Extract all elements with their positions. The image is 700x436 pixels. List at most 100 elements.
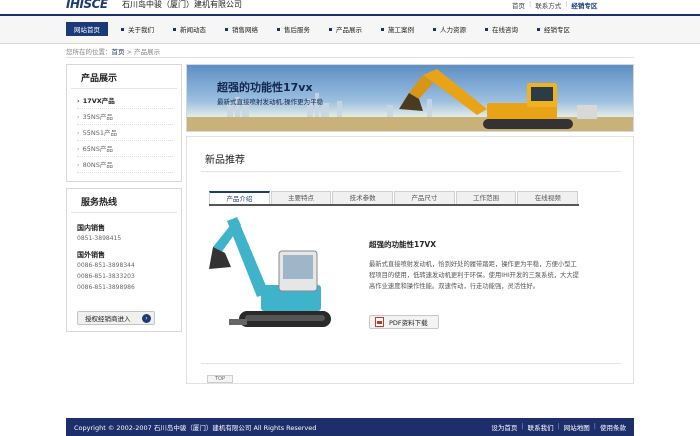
dealer-button-label: 授权经销商进入 — [85, 315, 131, 323]
divider — [201, 171, 621, 172]
top-link-home[interactable]: 首页 — [512, 0, 525, 10]
nav-item-about[interactable]: 关于我们 — [112, 22, 164, 36]
separator: | — [565, 0, 568, 8]
top-links: 首页 | 联系方式 | 经销专区 — [512, 0, 597, 10]
top-link-contact[interactable]: 联系方式 — [535, 0, 561, 10]
sidebar-item-55ns1[interactable]: › 55NS1产品 — [77, 125, 173, 141]
foreign-label: 国外销售 — [77, 251, 105, 259]
sidebar-item-17vx[interactable]: › 17VX产品 — [77, 93, 173, 109]
bullet-icon — [277, 27, 280, 31]
product-label: 35NS产品 — [82, 113, 113, 121]
section-title: 新品推荐 — [205, 155, 245, 166]
nav-label: 关于我们 — [128, 26, 154, 34]
top-header: IHISCE 石川岛中骏（厦门）建机有限公司 首页 | 联系方式 | 经销专区 — [0, 0, 700, 12]
copyright: Copyright © 2002-2007 石川岛中骏（厦门）建机有限公司 Al… — [74, 424, 317, 432]
arrow-icon: › — [77, 145, 80, 153]
nav-item-hr[interactable]: 人力资源 — [424, 22, 476, 36]
nav-item-service[interactable]: 售后服务 — [268, 22, 320, 36]
back-to-top-button[interactable]: TOP — [207, 375, 233, 383]
nav-label: 施工案例 — [388, 26, 414, 34]
product-image — [209, 217, 331, 327]
arrow-right-icon: › — [142, 314, 151, 323]
hotline-title: 服务热线 — [71, 189, 177, 213]
nav-label: 人力资源 — [440, 26, 466, 34]
separator: | — [529, 0, 532, 8]
pdf-button-label: PDF资料下载 — [389, 319, 428, 327]
products-title: 产品展示 — [71, 65, 177, 89]
foreign-number: 0086-851-3898986 — [77, 284, 135, 291]
divider — [201, 363, 621, 364]
footer-link-contact[interactable]: 联系我们 — [528, 422, 554, 432]
breadcrumb: 您所在的位置：首页 > 产品展示 — [66, 46, 634, 58]
sidebar-item-65ns[interactable]: › 65NS产品 — [77, 141, 173, 157]
nav-label: 经销专区 — [544, 26, 570, 34]
main-content: 新品推荐 产品介绍 主要特点 技术参数 产品尺寸 工作范围 在线视频 超强的功能… — [186, 136, 634, 384]
nav-item-news[interactable]: 新闻动态 — [164, 22, 216, 36]
foreign-number: 0086-851-3898344 — [77, 262, 135, 269]
top-link-dealer[interactable]: 经销专区 — [571, 0, 597, 10]
breadcrumb-separator: > — [124, 48, 135, 56]
nav-item-consult[interactable]: 在线咨询 — [476, 22, 528, 36]
footer-link-terms[interactable]: 使用条款 — [600, 422, 626, 432]
dealer-login-button[interactable]: 授权经销商进入 › — [77, 311, 155, 325]
tab-dimensions[interactable]: 产品尺寸 — [394, 191, 455, 204]
breadcrumb-prefix: 您所在的位置： — [66, 48, 112, 56]
bullet-icon — [121, 27, 124, 31]
breadcrumb-home[interactable]: 首页 — [112, 48, 125, 56]
product-label: 17VX产品 — [82, 97, 115, 105]
company-logo[interactable]: IHISCE — [66, 0, 108, 11]
product-name: 超强的功能性17VX — [369, 240, 437, 249]
nav-label: 售后服务 — [284, 26, 310, 34]
tab-video[interactable]: 在线视频 — [517, 191, 579, 204]
nav-label: 产品展示 — [336, 26, 362, 34]
nav-label: 在线咨询 — [492, 26, 518, 34]
sidebar-products: 产品展示 › 17VX产品 › 35NS产品 › 55NS1产品 › 65NS产品 › 8… — [66, 64, 182, 182]
tab-intro[interactable]: 产品介绍 — [209, 191, 270, 204]
sidebar-hotline: 服务热线 国内销售 0851-3898415 国外销售 0086-851-389… — [66, 188, 182, 332]
arrow-icon: › — [77, 129, 80, 137]
footer: Copyright © 2002-2007 石川岛中骏（厦门）建机有限公司 Al… — [66, 418, 634, 436]
footer-link-sethome[interactable]: 设为首页 — [491, 422, 517, 432]
nav-item-products[interactable]: 产品展示 — [320, 22, 372, 36]
product-tabs: 产品介绍 主要特点 技术参数 产品尺寸 工作范围 在线视频 — [209, 191, 579, 206]
main-nav: 网站首页 关于我们 新闻动态 销售网络 售后服务 产品展示 施工案例 人力资源 … — [0, 14, 700, 44]
banner-subtitle: 最新式直接喷射发动机,操作更为平稳 — [217, 98, 324, 106]
bullet-icon — [225, 27, 228, 31]
footer-links: 设为首页 | 联系我们 | 网站地图 | 使用条款 — [491, 422, 626, 432]
footer-link-sitemap[interactable]: 网站地图 — [564, 422, 590, 432]
nav-item-sales[interactable]: 销售网络 — [216, 22, 268, 36]
product-label: 65NS产品 — [82, 145, 113, 153]
nav-item-dealer[interactable]: 经销专区 — [528, 22, 580, 36]
bullet-icon — [329, 27, 332, 31]
bullet-icon — [381, 27, 384, 31]
separator: | — [593, 422, 596, 430]
nav-item-home[interactable]: 网站首页 — [66, 22, 108, 36]
foreign-number: 0086-851-3833203 — [77, 273, 135, 280]
nav-label: 销售网络 — [232, 26, 258, 34]
tab-specs[interactable]: 技术参数 — [332, 191, 394, 204]
arrow-icon: › — [77, 97, 80, 105]
nav-item-cases[interactable]: 施工案例 — [372, 22, 424, 36]
company-name: 石川岛中骏（厦门）建机有限公司 — [122, 0, 242, 9]
tab-working-range[interactable]: 工作范围 — [455, 191, 517, 204]
domestic-label: 国内销售 — [77, 224, 105, 232]
sidebar-item-35ns[interactable]: › 35NS产品 — [77, 109, 173, 125]
sidebar-item-80ns[interactable]: › 80NS产品 — [77, 157, 173, 173]
separator: | — [521, 422, 524, 430]
separator: | — [557, 422, 560, 430]
bullet-icon — [173, 27, 176, 31]
product-description: 最新式直接喷射发动机，恰到好处的履带踏距，操作更为平稳，方便小型工程项目的使用，… — [369, 261, 579, 290]
tab-features[interactable]: 主要特点 — [270, 191, 332, 204]
arrow-icon: › — [77, 113, 80, 121]
pdf-download-button[interactable]: PDF资料下载 — [369, 315, 439, 329]
product-label: 55NS1产品 — [82, 129, 118, 137]
domestic-number: 0851-3898415 — [77, 235, 122, 242]
pdf-icon — [375, 317, 384, 327]
product-label: 80NS产品 — [82, 161, 113, 169]
product-banner: 超强的功能性17vx 最新式直接喷射发动机,操作更为平稳 — [186, 64, 634, 132]
arrow-icon: › — [77, 161, 80, 169]
banner-title: 超强的功能性17vx — [217, 81, 313, 94]
bullet-icon — [537, 27, 540, 31]
bullet-icon — [433, 27, 436, 31]
bullet-icon — [485, 27, 488, 31]
